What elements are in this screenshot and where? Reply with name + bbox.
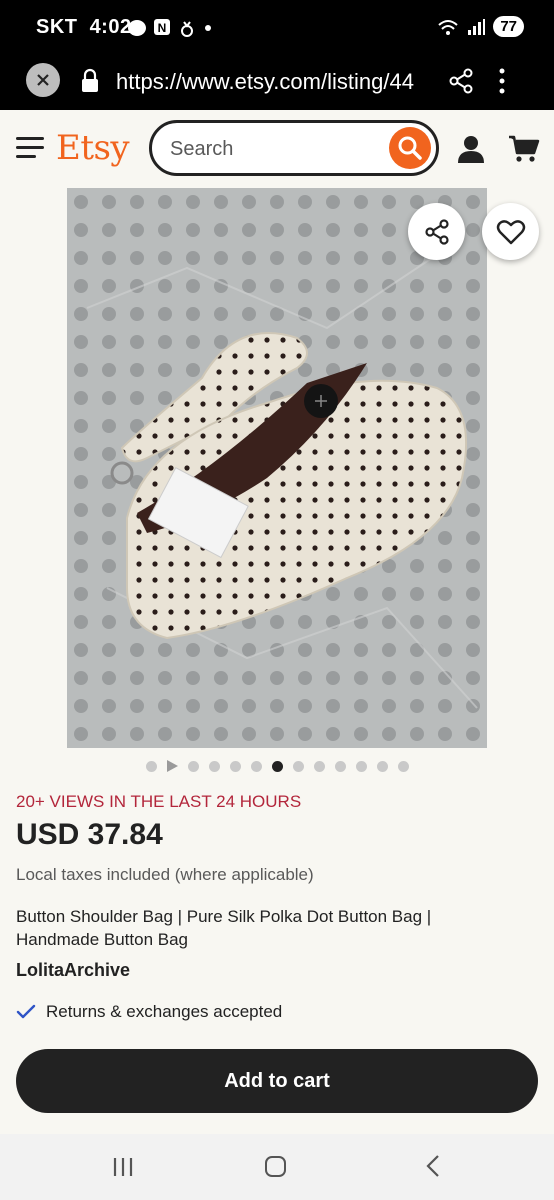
carousel-dot[interactable] [376,760,388,772]
share-listing-button[interactable] [408,203,465,260]
close-icon [37,74,49,86]
system-nav-bar [0,1134,554,1200]
home-icon[interactable] [265,1156,286,1177]
search-bar [149,120,439,176]
carousel-dot[interactable] [145,760,157,772]
carousel-dot[interactable] [292,760,304,772]
more-notifications-icon [205,25,211,31]
menu-button[interactable] [16,137,44,161]
listing-title: Button Shoulder Bag | Pure Silk Polka Do… [16,907,432,949]
add-to-cart-button[interactable]: Add to cart [16,1049,538,1113]
carousel-dot[interactable] [334,760,346,772]
returns-label: Returns & exchanges accepted [46,1002,283,1021]
product-image[interactable] [67,188,487,748]
views-notice: 20+ VIEWS IN THE LAST 24 HOURS [16,792,302,811]
favorite-button[interactable] [482,203,539,260]
carousel-dot[interactable] [355,760,367,772]
recent-apps-icon[interactable] [112,1156,134,1178]
lock-icon [82,68,98,92]
wifi-icon [438,19,458,35]
carousel-dot[interactable] [208,760,220,772]
search-input[interactable] [168,133,382,165]
cart-icon[interactable] [508,134,540,164]
app-notification-icon [181,21,193,37]
account-icon[interactable] [456,134,486,164]
checkmark-icon [16,1004,36,1019]
carousel-video-indicator[interactable] [166,760,178,772]
carousel-dot[interactable] [397,760,409,772]
etsy-logo[interactable]: Etsy [56,128,130,168]
more-options-icon[interactable] [498,66,506,96]
browser-url-bar: https://www.etsy.com/listing/44 [0,56,554,110]
returns-info: Returns & exchanges accepted [16,1002,282,1022]
bag-photo [67,188,487,748]
tax-note: Local taxes included (where applicable) [16,865,314,884]
close-tab-button[interactable] [26,63,60,97]
shop-name-link[interactable]: LolitaArchive [16,960,130,981]
site-header: Etsy [0,110,554,188]
messenger-icon [128,20,146,36]
share-icon [424,218,449,245]
battery-indicator: 77 [493,16,524,37]
back-icon[interactable] [424,1154,442,1178]
svg-text:N: N [158,21,167,35]
price: USD 37.84 [16,818,163,851]
hamburger-icon [16,137,44,140]
search-icon [398,136,422,160]
image-carousel-indicator [0,760,554,772]
status-bar: SKT 4:02 N 77 [0,0,554,56]
signal-icon [468,18,486,35]
carousel-dot[interactable] [187,760,199,772]
carousel-dot[interactable] [250,760,262,772]
url-field[interactable]: https://www.etsy.com/listing/44 [116,69,428,95]
carousel-dot[interactable] [313,760,325,772]
share-icon[interactable] [448,68,474,94]
carrier-label: SKT [36,16,78,38]
search-button[interactable] [389,127,431,169]
heart-icon [496,219,525,244]
carousel-dot[interactable] [229,760,241,772]
carousel-dot[interactable] [271,760,283,772]
naver-icon: N [154,19,170,35]
